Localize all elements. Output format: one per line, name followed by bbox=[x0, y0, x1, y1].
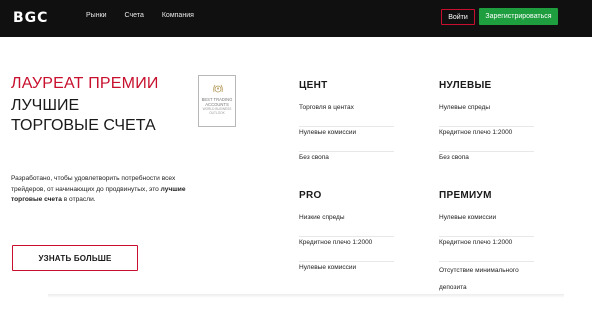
account-card-pro[interactable]: PRO Низкие спреды Кредитное плечо 1:2000… bbox=[299, 190, 394, 287]
section-divider-shadow bbox=[48, 294, 564, 298]
desc-text-1: Разработано, чтобы удовлетворить потребн… bbox=[11, 175, 176, 193]
feature-item: Кредитное плечо 1:2000 bbox=[439, 237, 534, 262]
desc-text-2: в отрасли. bbox=[61, 196, 96, 203]
feature-item: Нулевые спреды bbox=[439, 102, 534, 127]
account-features: Низкие спреды Кредитное плечо 1:2000 Нул… bbox=[299, 212, 394, 287]
account-features: Торговля в центах Нулевые комиссии Без с… bbox=[299, 102, 394, 177]
account-title: НУЛЕВЫЕ bbox=[439, 80, 492, 91]
nav-company-link[interactable]: Компания bbox=[162, 12, 194, 19]
account-title: ЦЕНТ bbox=[299, 80, 328, 91]
main-nav: Рынки Счета Компания bbox=[86, 12, 212, 19]
bgc-logo[interactable]: BGC bbox=[13, 9, 48, 27]
feature-item: Нулевые комиссии bbox=[299, 264, 357, 271]
feature-item: Низкие спреды bbox=[299, 212, 394, 237]
laurel-icon bbox=[213, 84, 223, 93]
learn-more-button[interactable]: УЗНАТЬ БОЛЬШЕ bbox=[12, 245, 138, 271]
account-title: ПРЕМИУМ bbox=[439, 190, 492, 201]
account-card-zero[interactable]: НУЛЕВЫЕ Нулевые спреды Кредитное плечо 1… bbox=[439, 80, 534, 177]
account-features: Нулевые спреды Кредитное плечо 1:2000 Бе… bbox=[439, 102, 534, 177]
logo-text: BGC bbox=[13, 10, 49, 26]
register-button[interactable]: Зарегистрироваться bbox=[479, 8, 558, 25]
badge-title: BEST TRADING ACCOUNTS bbox=[201, 97, 233, 107]
feature-item: Торговля в центах bbox=[299, 102, 394, 127]
feature-item: Без свопа bbox=[299, 154, 329, 161]
award-badge: BEST TRADING ACCOUNTS WORLD BUSINESS OUT… bbox=[198, 75, 236, 127]
nav-markets-link[interactable]: Рынки bbox=[86, 12, 107, 19]
feature-item: Нулевые комиссии bbox=[439, 212, 534, 237]
login-button[interactable]: Войти bbox=[441, 9, 475, 25]
best-accounts-heading: ЛУЧШИЕ ТОРГОВЫЕ СЧЕТА bbox=[11, 97, 156, 134]
badge-subtitle: WORLD BUSINESS OUTLOOK bbox=[202, 107, 232, 115]
feature-item: Кредитное плечо 1:2000 bbox=[439, 127, 534, 152]
award-badge-frame: BEST TRADING ACCOUNTS WORLD BUSINESS OUT… bbox=[198, 75, 236, 127]
top-navigation-bar: BGC Рынки Счета Компания Войти Зарегистр… bbox=[0, 0, 592, 37]
hero-description: Разработано, чтобы удовлетворить потребн… bbox=[11, 174, 191, 206]
feature-item: Нулевые комиссии bbox=[299, 127, 394, 152]
nav-accounts-link[interactable]: Счета bbox=[125, 12, 144, 19]
account-features: Нулевые комиссии Кредитное плечо 1:2000 … bbox=[439, 212, 534, 302]
award-heading: ЛАУРЕАТ ПРЕМИИ bbox=[11, 75, 159, 92]
feature-item: Кредитное плечо 1:2000 bbox=[299, 237, 394, 262]
account-title: PRO bbox=[299, 190, 322, 201]
account-card-cent[interactable]: ЦЕНТ Торговля в центах Нулевые комиссии … bbox=[299, 80, 394, 177]
account-card-premium[interactable]: ПРЕМИУМ Нулевые комиссии Кредитное плечо… bbox=[439, 190, 534, 302]
feature-item: Без свопа bbox=[439, 154, 469, 161]
